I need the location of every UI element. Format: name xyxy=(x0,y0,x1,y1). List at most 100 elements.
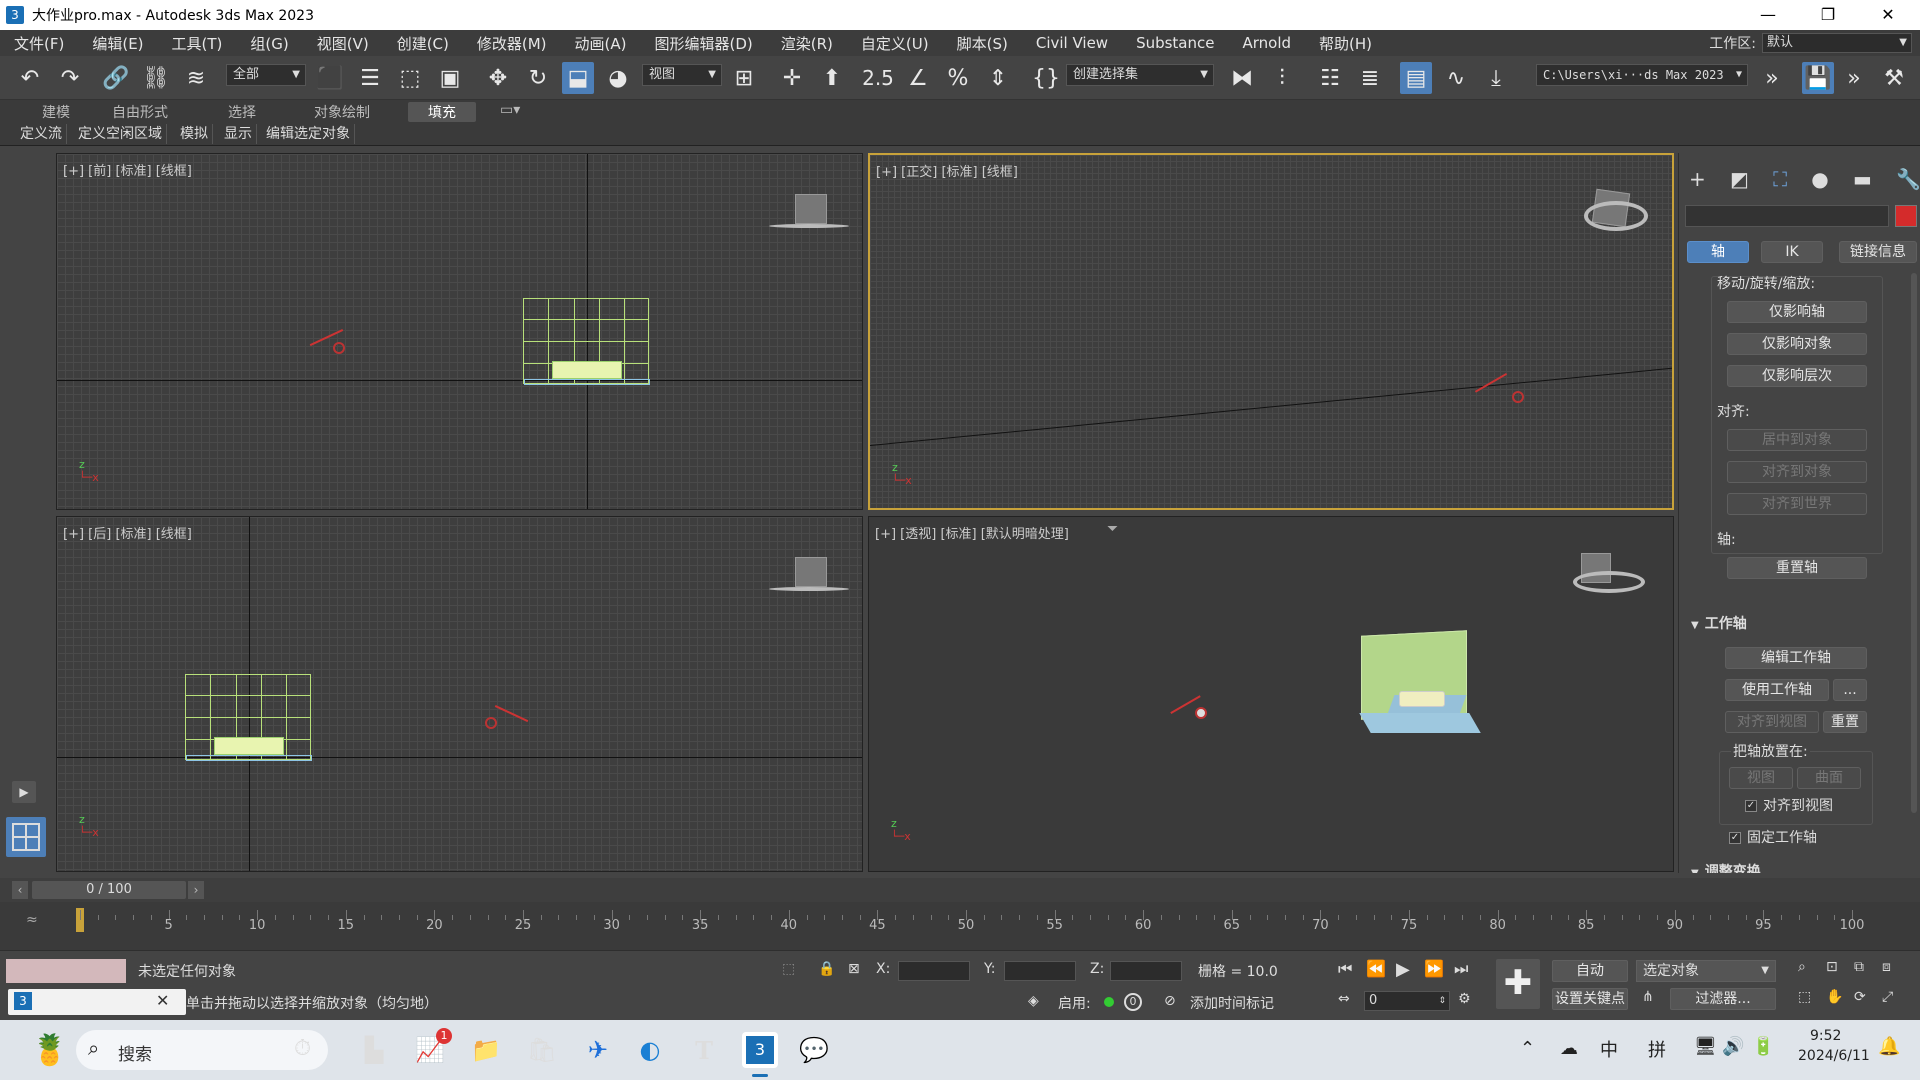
menu-substance[interactable]: Substance xyxy=(1122,34,1228,52)
floor-wireframe[interactable] xyxy=(186,755,312,761)
light-object[interactable] xyxy=(1474,372,1514,404)
clock-time[interactable]: 9:52 xyxy=(1810,1028,1841,1044)
object-color-swatch[interactable] xyxy=(1895,205,1917,227)
define-flows-button[interactable]: 定义流 xyxy=(16,124,67,144)
edit-named-selection-button[interactable]: {} xyxy=(1030,62,1062,94)
menu-edit[interactable]: 编辑(E) xyxy=(78,33,157,54)
viewport-perspective[interactable]: [+] [透视] [标准] [默认明暗处理] ⏷ z └─x xyxy=(868,516,1674,872)
redo-button[interactable]: ↷ xyxy=(54,62,86,94)
edit-selected-button[interactable]: 编辑选定对象 xyxy=(262,124,355,144)
layer-explorer-button[interactable]: ≣ xyxy=(1354,62,1386,94)
select-manipulate-button[interactable]: ✛ xyxy=(776,62,808,94)
working-pivot-options-button[interactable]: ... xyxy=(1833,679,1867,701)
schematic-view-button[interactable]: ⤓ xyxy=(1480,62,1512,94)
next-key-icon[interactable]: ⏩ xyxy=(1424,959,1444,978)
material-editor-button[interactable]: 💾 xyxy=(1802,62,1834,94)
menu-tools[interactable]: 工具(T) xyxy=(158,33,237,54)
battery-icon[interactable]: 🔋 xyxy=(1752,1036,1774,1057)
toggle-ribbon-button[interactable]: ▤ xyxy=(1400,62,1432,94)
modify-tab-icon[interactable]: ◩ xyxy=(1730,167,1749,191)
track-bar[interactable]: ≈ 5 10 15 20 25 30 35 40 45 50 55 60 65 70 75 80 85 90 95 1… xyxy=(0,902,1920,950)
z-coordinate-field[interactable] xyxy=(1110,961,1182,981)
edit-working-pivot-button[interactable]: 编辑工作轴 xyxy=(1725,647,1867,669)
prev-key-icon[interactable]: ⏪ xyxy=(1366,959,1386,978)
zoom-extents-icon[interactable]: ⧉ xyxy=(1854,959,1864,975)
spinner-snap-button[interactable]: ⇕ xyxy=(982,62,1014,94)
motion-tab-icon[interactable]: ● xyxy=(1811,167,1828,191)
light-target[interactable] xyxy=(333,342,345,354)
display-tab-icon[interactable]: ▬ xyxy=(1853,167,1872,191)
select-object-button[interactable]: ⬛ xyxy=(314,62,346,94)
sofa-wireframe[interactable] xyxy=(214,737,284,755)
key-filters-button[interactable]: 过滤器... xyxy=(1670,988,1776,1010)
menu-help[interactable]: 帮助(H) xyxy=(1305,33,1386,54)
menu-graph-editors[interactable]: 图形编辑器(D) xyxy=(641,33,767,54)
menu-modifiers[interactable]: 修改器(M) xyxy=(463,33,561,54)
light-target[interactable] xyxy=(485,717,497,729)
next-frame-button[interactable]: › xyxy=(188,881,204,899)
sofa-wireframe[interactable] xyxy=(552,361,622,379)
scale-button[interactable]: ⬓ xyxy=(562,62,594,94)
project-path-dropdown[interactable]: C:\Users\xi···ds Max 2023 ▼ xyxy=(1536,64,1748,86)
affect-object-only-button[interactable]: 仅影响对象 xyxy=(1727,333,1867,355)
edge-app[interactable]: ◐ xyxy=(632,1032,668,1068)
maximize-viewport-icon[interactable]: ⤢ xyxy=(1882,989,1893,1005)
align-to-world-button[interactable]: 对齐到世界 xyxy=(1727,493,1867,515)
toolbar-overflow-2-button[interactable]: » xyxy=(1838,62,1870,94)
menu-rendering[interactable]: 渲染(R) xyxy=(767,33,847,54)
rect-selection-button[interactable]: ⬚ xyxy=(394,62,426,94)
key-filters-icon[interactable]: ⋔ xyxy=(1642,989,1654,1005)
menu-civil-view[interactable]: Civil View xyxy=(1022,34,1122,52)
viewport-layout-button[interactable] xyxy=(6,817,46,857)
place-button[interactable]: ◕ xyxy=(602,62,634,94)
command-panel-scrollbar[interactable] xyxy=(1911,273,1917,813)
scene-explorer-button[interactable]: ☷ xyxy=(1314,62,1346,94)
wall-wireframe[interactable] xyxy=(185,674,312,761)
hierarchy-tab-icon[interactable]: ⛶ xyxy=(1773,167,1787,191)
set-key-button[interactable]: 设置关键点 xyxy=(1552,988,1628,1010)
menu-customize[interactable]: 自定义(U) xyxy=(847,33,943,54)
absolute-mode-icon[interactable]: ⊠ xyxy=(848,961,860,977)
affect-pivot-only-button[interactable]: 仅影响轴 xyxy=(1727,301,1867,323)
viewcube-ring[interactable] xyxy=(769,587,849,591)
viewcube-ring[interactable] xyxy=(769,224,849,228)
enable-value[interactable]: 0 xyxy=(1124,993,1142,1011)
prev-frame-button[interactable]: ‹ xyxy=(12,881,28,899)
current-frame-field[interactable]: 0 ⇕ xyxy=(1364,991,1450,1011)
align-button[interactable]: ⫶ xyxy=(1266,62,1298,94)
keyboard-shortcut-button[interactable]: ⬆ xyxy=(816,62,848,94)
auto-key-button[interactable]: 自动 xyxy=(1552,960,1628,982)
menu-group[interactable]: 组(G) xyxy=(236,33,302,54)
close-icon[interactable]: ✕ xyxy=(156,991,169,1010)
volume-icon[interactable]: 🔊 xyxy=(1722,1036,1744,1057)
tab-pivot[interactable]: 轴 xyxy=(1687,241,1749,263)
network-icon[interactable]: 🖥 xyxy=(1694,1036,1717,1057)
place-on-view-button[interactable]: 视图 xyxy=(1729,767,1793,789)
snap-toggle-button[interactable]: 2.5 xyxy=(862,62,894,94)
reset-pivot-button[interactable]: 重置轴 xyxy=(1727,557,1867,579)
tab-populate[interactable]: 填充 xyxy=(408,102,476,122)
task-view-button[interactable]: ▙ xyxy=(356,1032,392,1068)
undo-button[interactable]: ↶ xyxy=(14,62,46,94)
restore-button[interactable]: ❐ xyxy=(1800,0,1856,30)
ribbon-options-button[interactable]: ▭▾ xyxy=(500,102,520,118)
viewcube[interactable] xyxy=(795,194,827,224)
working-pivot-rollout[interactable]: ▼ 工作轴 xyxy=(1691,613,1747,633)
time-config-icon[interactable]: ⚙ xyxy=(1458,991,1471,1007)
viewcube[interactable] xyxy=(795,557,827,587)
close-button[interactable]: ✕ xyxy=(1860,0,1916,30)
affect-hierarchy-only-button[interactable]: 仅影响层次 xyxy=(1727,365,1867,387)
mirror-button[interactable]: ⧓ xyxy=(1226,62,1258,94)
add-time-tag-button[interactable]: 添加时间标记 xyxy=(1190,993,1274,1013)
start-button[interactable]: 🍍 xyxy=(31,1032,68,1068)
time-slider[interactable]: 0 / 100 xyxy=(32,881,186,899)
viewport-front-label[interactable]: [+] [前] [标准] [线框] xyxy=(63,160,192,179)
place-on-surface-button[interactable]: 曲面 xyxy=(1797,767,1861,789)
goto-start-icon[interactable]: ⏮ xyxy=(1338,959,1352,979)
pivot-center-button[interactable]: ⊞ xyxy=(728,62,760,94)
rotate-button[interactable]: ↻ xyxy=(522,62,554,94)
zoom-extents-all-icon[interactable]: ⧈ xyxy=(1882,959,1891,975)
light-target[interactable] xyxy=(1195,707,1207,719)
angle-snap-button[interactable]: ∠ xyxy=(902,62,934,94)
field-of-view-icon[interactable]: ⬚ xyxy=(1798,989,1811,1005)
